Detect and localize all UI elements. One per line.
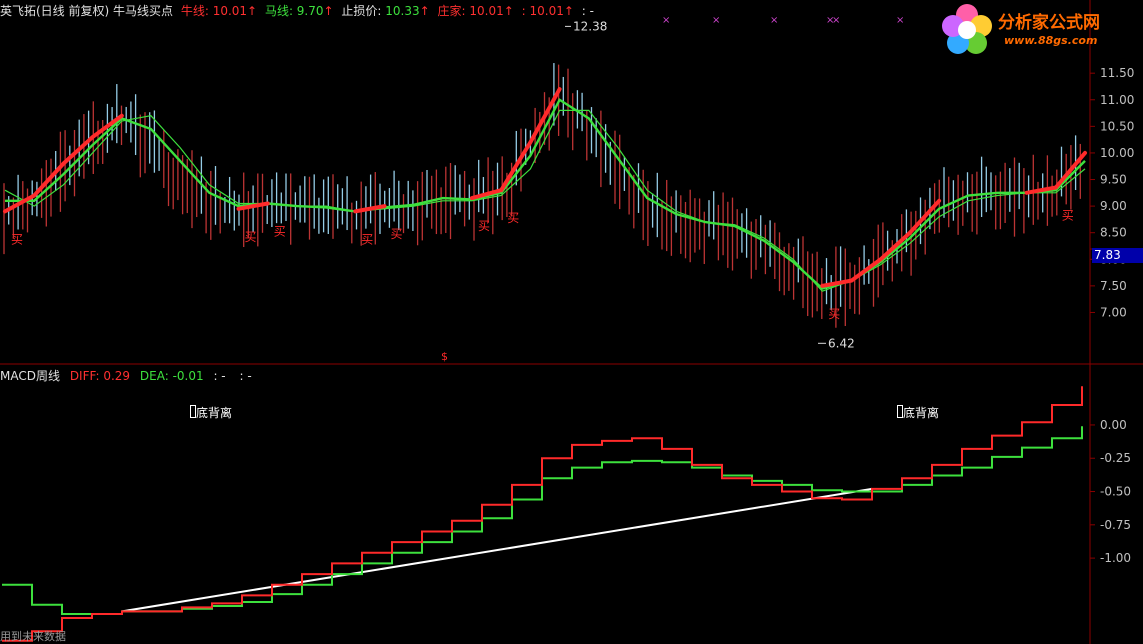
buy-marker: 买 bbox=[274, 224, 286, 238]
buy-marker: 买 bbox=[245, 230, 257, 244]
zhuang-arrow-icon: ↑ bbox=[503, 4, 514, 18]
buy-marker: 买 bbox=[361, 232, 373, 246]
price-tick-label: 9.50 bbox=[1100, 173, 1127, 187]
dollar-marker: $ bbox=[441, 350, 448, 363]
niu-arrow-icon: ↑ bbox=[247, 4, 258, 18]
diff-value: 0.29 bbox=[103, 369, 131, 383]
price-tick-label: 10.50 bbox=[1100, 119, 1134, 133]
zhuang-label: 庄家: bbox=[437, 4, 470, 18]
dea-label: DEA: bbox=[139, 369, 173, 383]
purple-marker: × bbox=[832, 15, 840, 26]
divergence-text-right: 底背离 bbox=[903, 406, 940, 420]
dea-line bbox=[2, 426, 1083, 615]
buy-marker: 买 bbox=[390, 227, 402, 241]
price-tick-label: 8.50 bbox=[1100, 226, 1127, 240]
macd-tick-label: -0.25 bbox=[1100, 451, 1131, 465]
buy-marker: 买 bbox=[828, 307, 840, 321]
low-label: 6.42 bbox=[828, 336, 855, 350]
stop-arrow-icon: ↑ bbox=[419, 4, 430, 18]
niu-line-red bbox=[236, 201, 270, 211]
chart-title: 英飞拓(日线 前复权) 牛马线买点 bbox=[0, 4, 173, 18]
niu-label: 牛线: bbox=[180, 4, 213, 18]
stop-label: 止损价: bbox=[341, 4, 386, 18]
macd-panel: 0.00 -0.25 -0.50 -0.75 -1.00 bbox=[2, 386, 1131, 642]
macd-header: MACD周线 DIFF: 0.29 DEA: -0.01 : - : - bbox=[0, 367, 252, 384]
extra-value: : 10.01 bbox=[521, 4, 564, 18]
divergence-line bbox=[121, 487, 873, 613]
price-tick-label: 7.50 bbox=[1100, 279, 1127, 293]
logo-brand: 分析家公式网 bbox=[998, 13, 1100, 33]
macd-dash-2: : - bbox=[239, 369, 252, 383]
footer-note: 用到未来数据 bbox=[0, 628, 66, 644]
price-tick-label: 7.00 bbox=[1100, 305, 1127, 319]
diff-line bbox=[2, 386, 1083, 642]
price-tick-label: 11.00 bbox=[1100, 93, 1134, 107]
main-header: 英飞拓(日线 前复权) 牛马线买点 牛线: 10.01↑ 马线: 9.70↑ 止… bbox=[0, 2, 598, 19]
niu-line-red bbox=[820, 198, 942, 288]
extra-arrow-icon: ↑ bbox=[563, 4, 574, 18]
price-panel: 11.5011.0010.5010.009.509.008.508.007.50… bbox=[3, 15, 1134, 363]
buy-marker: 买 bbox=[1062, 209, 1074, 223]
dea-value: -0.01 bbox=[172, 369, 204, 383]
price-tick-label: 11.50 bbox=[1100, 66, 1134, 80]
site-logo: 分析家公式网 www.88gs.com bbox=[940, 2, 1100, 58]
macd-tick-label: 0.00 bbox=[1100, 418, 1127, 432]
zhuang-value: 10.01 bbox=[469, 4, 504, 18]
chart-canvas: 11.5011.0010.5010.009.509.008.508.007.50… bbox=[0, 0, 1143, 644]
stop-value: 10.33 bbox=[385, 4, 420, 18]
niu-line-green bbox=[5, 98, 1086, 290]
macd-tick-label: -0.50 bbox=[1100, 485, 1131, 499]
buy-marker: 买 bbox=[11, 232, 23, 246]
logo-url: www.88gs.com bbox=[1004, 34, 1098, 47]
price-tick-label: 10.00 bbox=[1100, 146, 1134, 160]
ma-value: 9.70 bbox=[296, 4, 324, 18]
flower-logo-icon bbox=[942, 4, 992, 54]
macd-dash-1: : - bbox=[213, 369, 226, 383]
current-price-value: 7.83 bbox=[1094, 248, 1121, 262]
price-tick-label: 9.00 bbox=[1100, 199, 1127, 213]
diff-label: DIFF: bbox=[69, 369, 104, 383]
macd-title: MACD周线 bbox=[0, 369, 60, 383]
current-price-tag: 7.83 bbox=[1092, 248, 1143, 263]
buy-marker: 买 bbox=[478, 219, 490, 233]
purple-marker: × bbox=[712, 15, 720, 26]
footer-text: 用到未来数据 bbox=[0, 630, 66, 643]
ma-arrow-icon: ↑ bbox=[323, 4, 334, 18]
purple-marker: × bbox=[896, 15, 904, 26]
macd-tick-label: -1.00 bbox=[1100, 551, 1131, 565]
divergence-label-right: 底背离 bbox=[897, 404, 939, 421]
high-label: 12.38 bbox=[573, 19, 607, 33]
header-dash: : - bbox=[581, 4, 594, 18]
macd-tick-label: -0.75 bbox=[1100, 518, 1131, 532]
buy-marker: 买 bbox=[507, 211, 519, 225]
niu-value: 10.01 bbox=[212, 4, 248, 18]
divergence-text-left: 底背离 bbox=[196, 406, 233, 420]
purple-marker: × bbox=[770, 15, 778, 26]
purple-marker: × bbox=[662, 15, 670, 26]
ma-label: 马线: bbox=[264, 4, 297, 18]
divergence-label-left: 底背离 bbox=[190, 404, 232, 421]
